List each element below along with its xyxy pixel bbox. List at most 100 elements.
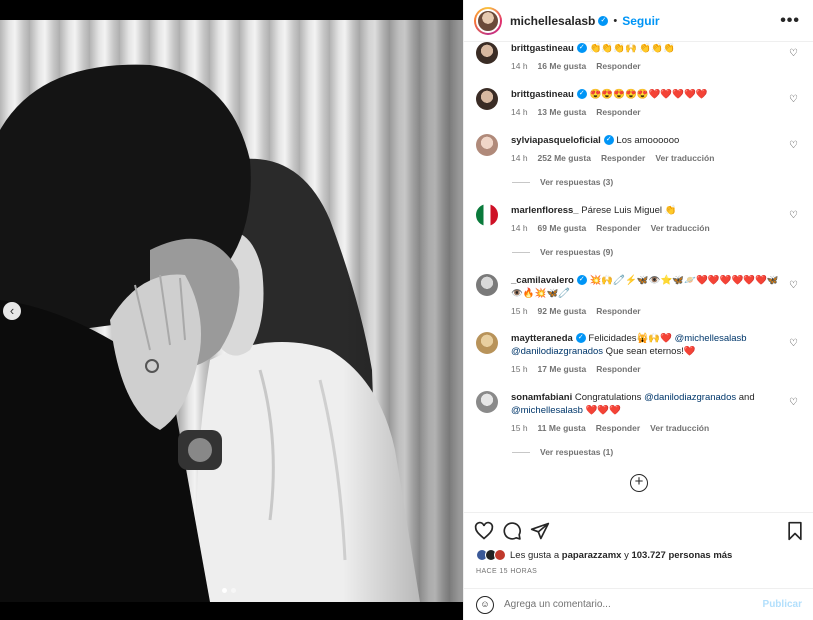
comment-time[interactable]: 14 h — [511, 152, 528, 165]
load-more-comments-icon[interactable]: + — [630, 474, 648, 492]
likes-middle: y — [621, 549, 632, 561]
comment: sonamfabiani Congratulations @danilodiaz… — [476, 391, 806, 435]
comment-likes[interactable]: 11 Me gusta — [538, 422, 586, 435]
comment-time[interactable]: 14 h — [511, 60, 528, 73]
mention-link[interactable]: @michellesalasb — [675, 333, 747, 344]
reply-button[interactable]: Responder — [596, 222, 640, 235]
comment-text: Felicidades🙀🙌❤️ — [588, 333, 675, 344]
publish-button[interactable]: Publicar — [763, 599, 802, 610]
comment-username[interactable]: marlenfloress_ — [511, 205, 579, 216]
view-replies-button[interactable]: Ver respuestas (1) — [512, 447, 613, 457]
like-comment-heart-icon[interactable]: ♡ — [789, 48, 798, 59]
comment-likes[interactable]: 13 Me gusta — [538, 106, 587, 119]
mention-link[interactable]: @michellesalasb — [511, 405, 583, 416]
comment-likes[interactable]: 17 Me gusta — [538, 363, 587, 376]
verified-badge-icon: ✓ — [598, 15, 609, 26]
liker-username[interactable]: paparazzamx — [562, 550, 622, 561]
like-comment-heart-icon[interactable]: ♡ — [789, 280, 798, 291]
comment-time[interactable]: 14 h — [511, 106, 528, 119]
comment-text: 👏👏👏🙌 👏👏👏 — [589, 43, 675, 54]
comment-text: ❤️❤️❤️ — [582, 405, 622, 416]
comment-time[interactable]: 14 h — [511, 222, 528, 235]
comment-likes[interactable]: 92 Me gusta — [538, 305, 587, 318]
comment-likes[interactable]: 16 Me gusta — [538, 60, 587, 73]
comment: brittgastineau ✓ 😍😍😍😍😍❤️❤️❤️❤️❤️ 14 h 13 … — [476, 88, 806, 119]
post-actions-bar — [464, 512, 813, 548]
more-options-icon[interactable]: ••• — [780, 12, 800, 30]
reply-button[interactable]: Responder — [596, 422, 640, 435]
photo-shade — [343, 20, 463, 602]
comment-likes[interactable]: 69 Me gusta — [538, 222, 587, 235]
avatar[interactable] — [476, 204, 498, 226]
comment-bubble-icon[interactable] — [502, 521, 522, 541]
avatar[interactable] — [476, 88, 498, 110]
like-comment-heart-icon[interactable]: ♡ — [789, 397, 798, 408]
view-replies-label: Ver respuestas (3) — [540, 177, 614, 187]
verified-badge-icon: ✓ — [576, 275, 587, 286]
comment-likes[interactable]: 252 Me gusta — [538, 152, 591, 165]
emoji-picker-icon[interactable]: ☺ — [476, 595, 494, 614]
avatar[interactable] — [476, 391, 498, 413]
like-comment-heart-icon[interactable]: ♡ — [789, 140, 798, 151]
post-photo — [0, 20, 463, 602]
view-replies-button[interactable]: Ver respuestas (9) — [512, 247, 613, 257]
avatar[interactable] — [476, 332, 498, 354]
reply-button[interactable]: Responder — [596, 363, 640, 376]
comment-time[interactable]: 15 h — [511, 305, 528, 318]
reply-button[interactable]: Responder — [601, 152, 645, 165]
comment-username[interactable]: _camilavalero — [511, 275, 574, 286]
mention-link[interactable]: @danilodiazgranados — [511, 346, 603, 357]
mention-link[interactable]: @danilodiazgranados — [644, 392, 736, 403]
author-username[interactable]: michellesalasb — [510, 14, 595, 28]
comments-list: brittgastineau ✓ 👏👏👏🙌 👏👏👏 14 h 16 Me gust… — [464, 42, 813, 512]
comment-time[interactable]: 15 h — [511, 363, 528, 376]
comment-username[interactable]: maytteraneda — [511, 333, 573, 344]
add-comment-bar: ☺ Publicar — [464, 588, 813, 620]
verified-badge-icon: ✓ — [575, 333, 586, 344]
comment-input[interactable] — [504, 599, 749, 610]
carousel-dot-active — [222, 588, 227, 593]
likes-summary: Les gusta a paparazzamx y 103.727 person… — [476, 549, 732, 561]
likes-count[interactable]: 103.727 personas más — [631, 550, 732, 561]
avatar[interactable] — [476, 134, 498, 156]
comment-username[interactable]: brittgastineau — [511, 89, 574, 100]
comment: maytteraneda ✓ Felicidades🙀🙌❤️ @michelles… — [476, 332, 806, 376]
verified-badge-icon: ✓ — [576, 43, 587, 54]
comment-username[interactable]: sylviapasqueloficial — [511, 135, 601, 146]
like-comment-heart-icon[interactable]: ♡ — [789, 94, 798, 105]
likes-text: Les gusta a paparazzamx y 103.727 person… — [510, 550, 732, 561]
like-comment-heart-icon[interactable]: ♡ — [789, 210, 798, 221]
comment-text: Párese Luis Miguel 👏 — [581, 205, 677, 216]
replies-divider — [512, 181, 530, 183]
reply-button[interactable]: Responder — [596, 305, 640, 318]
comment-text: Congratulations — [574, 392, 645, 403]
comment-text: Los amoooooo — [616, 135, 680, 146]
comment: brittgastineau ✓ 👏👏👏🙌 👏👏👏 14 h 16 Me gust… — [476, 42, 806, 73]
post-side-panel: michellesalasb ✓ • Seguir ••• brittgasti… — [463, 0, 813, 620]
comment-time[interactable]: 15 h — [511, 422, 528, 435]
author-avatar[interactable] — [474, 6, 502, 35]
reply-button[interactable]: Responder — [596, 106, 640, 119]
comment-text: Que sean eternos!❤️ — [603, 346, 696, 357]
comment-username[interactable]: brittgastineau — [511, 43, 574, 54]
follow-button[interactable]: Seguir — [622, 14, 659, 28]
see-translation-button[interactable]: Ver traducción — [651, 222, 710, 235]
reply-button[interactable]: Responder — [596, 60, 640, 73]
comment-username[interactable]: sonamfabiani — [511, 392, 572, 403]
replies-divider — [512, 451, 530, 453]
likes-prefix: Les gusta a — [510, 549, 562, 561]
liker-avatar — [494, 549, 506, 561]
view-replies-button[interactable]: Ver respuestas (3) — [512, 177, 613, 187]
verified-badge-icon: ✓ — [603, 135, 614, 146]
post-timestamp[interactable]: HACE 15 HORAS — [476, 568, 537, 575]
avatar[interactable] — [476, 274, 498, 296]
post-media: ‹ — [0, 0, 463, 620]
save-bookmark-icon[interactable] — [785, 521, 805, 541]
share-send-icon[interactable] — [530, 521, 550, 541]
like-comment-heart-icon[interactable]: ♡ — [789, 338, 798, 349]
avatar[interactable] — [476, 42, 498, 64]
previous-photo-button[interactable]: ‹ — [3, 302, 21, 320]
like-heart-icon[interactable] — [474, 521, 494, 541]
see-translation-button[interactable]: Ver traducción — [650, 422, 709, 435]
see-translation-button[interactable]: Ver traducción — [655, 152, 714, 165]
